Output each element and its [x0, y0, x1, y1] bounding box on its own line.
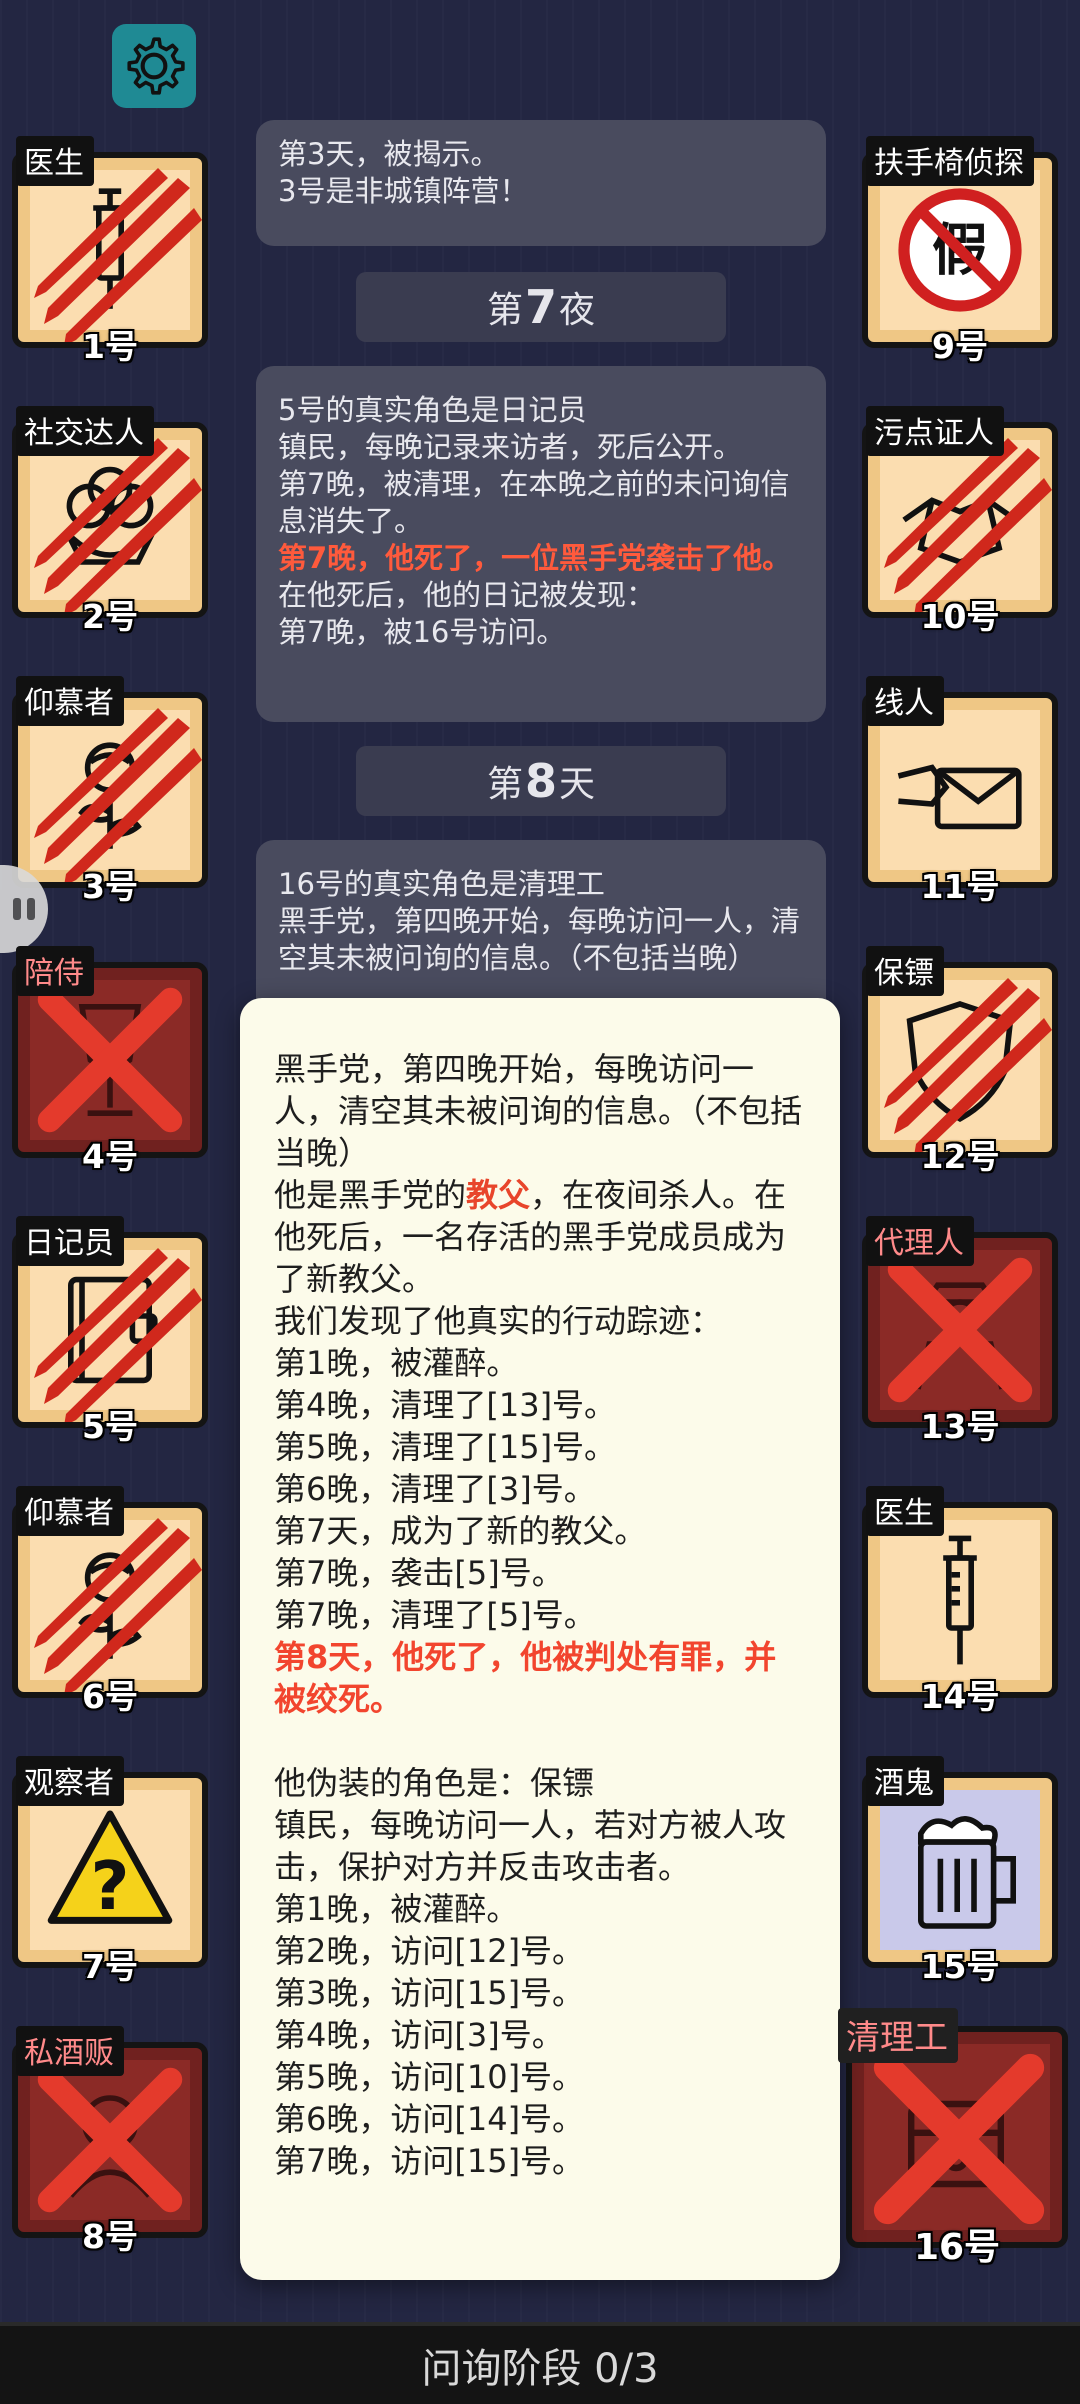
player-number: 15号 — [920, 1947, 1000, 1986]
visit-line: 第7晚，访问[15]号。 — [274, 2142, 585, 2180]
phase-status-bar: 问询阶段 0/3 — [0, 2322, 1080, 2404]
role-label: 日记员 — [16, 1216, 124, 1266]
log-death-line: 第7晚，他死了，一位黑手党袭击了他。 — [278, 541, 792, 575]
player-number: 6号 — [82, 1677, 138, 1716]
action-line: 第6晚，清理了[3]号。 — [274, 1470, 596, 1508]
dead-x-icon — [887, 1257, 1033, 1403]
night-header: 第7夜 — [356, 272, 726, 342]
player-number: 9号 — [932, 327, 988, 366]
action-line: 第7天，成为了新的教父。 — [274, 1512, 647, 1550]
visit-line: 第2晚，访问[12]号。 — [274, 1932, 585, 1970]
action-line: 第4晚，清理了[13]号。 — [274, 1386, 617, 1424]
log-entry-death-5: 5号的真实角色是日记员 镇民，每晚记录来访者，死后公开。 第7晚，被清理，在本晚… — [256, 366, 826, 722]
visit-line: 第6晚，访问[14]号。 — [274, 2100, 585, 2138]
actions-intro: 我们发现了他真实的行动踪迹： — [274, 1302, 723, 1340]
fake-stamp-icon: 假 — [898, 188, 1022, 312]
dead-x-icon — [873, 2053, 1045, 2225]
beer-mug-icon — [918, 1816, 1016, 1929]
log-line: 第7晚，被清理，在本晚之前的未问询信息消失了。 — [278, 467, 790, 538]
player-card-6[interactable]: 仰慕者 6号 — [12, 1486, 222, 1722]
player-number: 1号 — [82, 327, 138, 366]
player-number: 7号 — [82, 1947, 138, 1986]
log-line: 5号的真实角色是日记员 — [278, 393, 587, 427]
dead-x-icon — [37, 987, 183, 1133]
svg-text:?: ? — [91, 1847, 130, 1925]
action-line: 第5晚，清理了[15]号。 — [274, 1428, 617, 1466]
action-line: 第7晚，袭击[5]号。 — [274, 1554, 564, 1592]
role-label: 社交达人 — [16, 406, 154, 456]
role-label: 仰慕者 — [16, 1486, 124, 1536]
player-card-5[interactable]: 日记员 5号 — [12, 1216, 222, 1452]
role-label: 保镖 — [866, 946, 944, 996]
death-line: 第8天，他死了，他被判处有罪，并被绞死。 — [274, 1638, 777, 1718]
role-label: 陪侍 — [16, 946, 94, 996]
role-label: 私酒贩 — [16, 2026, 124, 2076]
player-card-1[interactable]: 医生 1号 — [12, 136, 222, 372]
player-number: 5号 — [82, 1407, 138, 1446]
log-line: 16号的真实角色是清理工 — [278, 867, 605, 901]
player-card-8[interactable]: 私酒贩 8号 — [12, 2026, 222, 2262]
day-header: 第8天 — [356, 746, 726, 816]
player-number: 12号 — [920, 1137, 1000, 1176]
visit-line: 第1晚，被灌醉。 — [274, 1890, 519, 1928]
role-description: 黑手党，第四晚开始，每晚访问一人，清空其未被问询的信息。（不包括当晚） — [274, 1050, 803, 1172]
player-card-12[interactable]: 保镖 12号 — [862, 946, 1072, 1182]
role-label: 扶手椅侦探 — [866, 136, 1034, 186]
player-number: 13号 — [920, 1407, 1000, 1446]
warning-question-icon: ? — [47, 1810, 173, 1925]
player-detail-popup[interactable]: 黑手党，第四晚开始，每晚访问一人，清空其未被问询的信息。（不包括当晚） 他是黑手… — [240, 998, 840, 2280]
visit-line: 第4晚，访问[3]号。 — [274, 2016, 564, 2054]
godfather-highlight: 教父 — [466, 1176, 531, 1214]
player-number: 8号 — [82, 2217, 138, 2256]
visit-line: 第5晚，访问[10]号。 — [274, 2058, 585, 2096]
role-label: 医生 — [16, 136, 94, 186]
settings-button[interactable] — [112, 24, 196, 108]
log-line: 镇民，每晚记录来访者，死后公开。 — [278, 430, 743, 464]
visit-line: 第3晚，访问[15]号。 — [274, 1974, 585, 2012]
player-card-4[interactable]: 陪侍 4号 — [12, 946, 222, 1182]
player-card-14[interactable]: 医生 14号 — [862, 1486, 1072, 1722]
player-number: 14号 — [920, 1677, 1000, 1716]
envelope-icon — [897, 764, 1022, 830]
player-card-16[interactable]: 清理工 16号 — [838, 2008, 1072, 2268]
role-label: 线人 — [866, 676, 944, 726]
log-line: 黑手党，第四晚开始，每晚访问一人，清空其未被问询的信息。（不包括当晚） — [278, 904, 801, 975]
action-line: 第1晚，被灌醉。 — [274, 1344, 519, 1382]
player-number: 16号 — [913, 2227, 1001, 2268]
log-line: 3号是非城镇阵营！ — [278, 174, 529, 208]
player-card-3[interactable]: 仰慕者 3号 — [12, 676, 222, 912]
player-number: 2号 — [82, 597, 138, 636]
role-label: 观察者 — [16, 1756, 124, 1806]
role-label: 酒鬼 — [866, 1756, 944, 1806]
player-card-7[interactable]: ? 观察者 7号 — [12, 1756, 222, 1992]
dead-x-icon — [37, 2067, 183, 2213]
disguise-description: 镇民，每晚访问一人，若对方被人攻击，保护对方并反击攻击者。 — [274, 1806, 787, 1886]
role-label: 代理人 — [866, 1216, 974, 1266]
player-card-9[interactable]: 假 扶手椅侦探 9号 — [862, 136, 1072, 372]
player-card-10[interactable]: 污点证人 10号 — [862, 406, 1072, 642]
player-card-15[interactable]: 酒鬼 15号 — [862, 1756, 1072, 1992]
player-number: 4号 — [82, 1137, 138, 1176]
log-line: 第7晚，被16号访问。 — [278, 615, 566, 649]
gear-icon — [127, 37, 185, 95]
role-label: 医生 — [866, 1486, 944, 1536]
action-line: 第7晚，清理了[5]号。 — [274, 1596, 596, 1634]
player-card-11[interactable]: 线人 11号 — [862, 676, 1072, 912]
role-label: 污点证人 — [866, 406, 1004, 456]
phase-label: 问询阶段 0/3 — [421, 2346, 659, 2392]
log-line: 第3天，被揭示。 — [278, 137, 500, 171]
godfather-text: 他是黑手党的教父，在夜间杀人。在他死后，一名存活的黑手党成员成为了新教父。 — [274, 1176, 787, 1298]
disguise-role: 他伪装的角色是：保镖 — [274, 1764, 595, 1802]
player-number: 10号 — [920, 597, 1000, 636]
log-line: 在他死后，他的日记被发现： — [278, 578, 656, 612]
role-label: 清理工 — [838, 2008, 958, 2063]
log-entry-reveal: 第3天，被揭示。 3号是非城镇阵营！ — [256, 120, 826, 246]
syringe-icon — [943, 1535, 977, 1665]
player-number: 3号 — [82, 867, 138, 906]
player-number: 11号 — [920, 867, 1000, 906]
role-label: 仰慕者 — [16, 676, 124, 726]
player-card-2[interactable]: 社交达人 2号 — [12, 406, 222, 642]
player-card-13[interactable]: 代理人 13号 — [862, 1216, 1072, 1452]
